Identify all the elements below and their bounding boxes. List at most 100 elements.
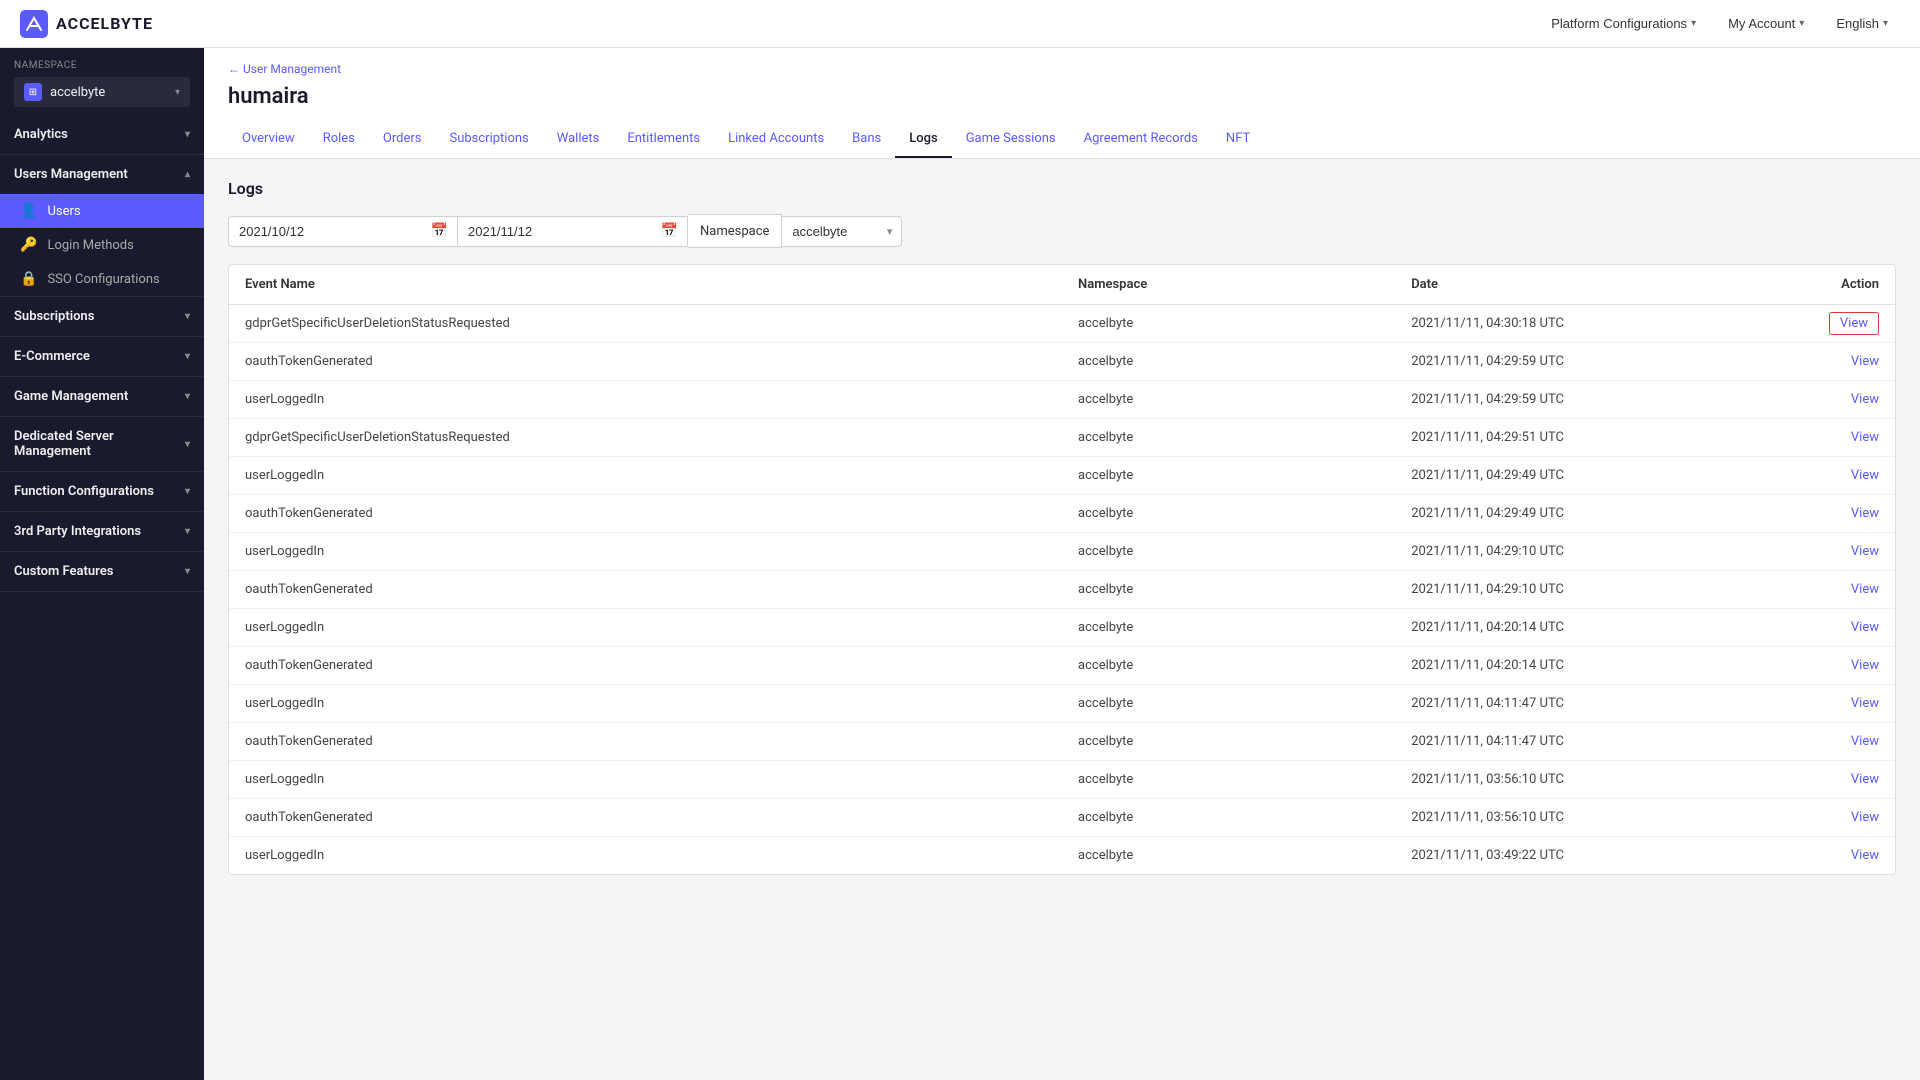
sidebar-section-header-subscriptions[interactable]: Subscriptions▾ [0,297,204,336]
my-account-chevron-icon: ▾ [1799,18,1804,29]
sidebar-section-label-3rd_party: 3rd Party Integrations [14,524,141,539]
table-cell-event: userLoggedIn [229,533,1062,571]
table-cell-event: oauthTokenGenerated [229,495,1062,533]
language-label: English [1836,16,1879,31]
sidebar-item-users[interactable]: 👤Users [0,194,204,228]
logo-text: ACCELBYTE [56,14,153,33]
layout: NAMESPACE ⊞ accelbyte ▾ Analytics▾Users … [0,48,1920,1080]
tab-game_sessions[interactable]: Game Sessions [952,121,1070,158]
sidebar-section-header-analytics[interactable]: Analytics▾ [0,115,204,154]
table-cell-date: 2021/11/11, 04:29:10 UTC [1395,533,1762,571]
table-cell-action: View [1762,419,1895,457]
tab-nft[interactable]: NFT [1212,121,1264,158]
tab-linked_accounts[interactable]: Linked Accounts [714,121,838,158]
sidebar-section-header-ecommerce[interactable]: E-Commerce▾ [0,337,204,376]
table-cell-action: View [1762,381,1895,419]
date-to-input[interactable] [458,216,688,247]
table-cell-action: View [1762,609,1895,647]
table-cell-date: 2021/11/11, 04:29:49 UTC [1395,457,1762,495]
tab-overview[interactable]: Overview [228,121,309,158]
view-link-14[interactable]: View [1851,848,1879,863]
table-row: gdprGetSpecificUserDeletionStatusRequest… [229,419,1895,457]
table-row: oauthTokenGeneratedaccelbyte2021/11/11, … [229,799,1895,837]
table-row: userLoggedInaccelbyte2021/11/11, 04:29:1… [229,533,1895,571]
sidebar-item-label-users: Users [47,204,80,219]
tab-wallets[interactable]: Wallets [543,121,614,158]
sidebar-item-label-login_methods: Login Methods [47,238,133,253]
table-cell-event: gdprGetSpecificUserDeletionStatusRequest… [229,419,1062,457]
tab-bans[interactable]: Bans [838,121,895,158]
tab-subscriptions[interactable]: Subscriptions [435,121,542,158]
sidebar-section-subscriptions: Subscriptions▾ [0,297,204,337]
sidebar-section-header-custom_features[interactable]: Custom Features▾ [0,552,204,591]
sidebar-section-dedicated_server: Dedicated Server Management▾ [0,417,204,472]
tab-orders[interactable]: Orders [369,121,436,158]
namespace-selector[interactable]: ⊞ accelbyte ▾ [14,77,190,107]
sidebar-section-chevron-function_configurations: ▾ [185,486,190,497]
logo: ACCELBYTE [20,10,153,38]
sidebar-section-label-users_management: Users Management [14,167,128,182]
view-link-7[interactable]: View [1851,582,1879,597]
table-cell-namespace: accelbyte [1062,419,1395,457]
table-cell-namespace: accelbyte [1062,647,1395,685]
language-button[interactable]: English ▾ [1824,10,1900,37]
table-cell-date: 2021/11/11, 04:20:14 UTC [1395,609,1762,647]
view-link-1[interactable]: View [1851,354,1879,369]
table-cell-namespace: accelbyte [1062,343,1395,381]
breadcrumb-back[interactable]: ← User Management [228,62,341,76]
table-cell-action: View [1762,761,1895,799]
platform-config-label: Platform Configurations [1551,16,1687,31]
tab-logs[interactable]: Logs [895,121,951,158]
view-link-6[interactable]: View [1851,544,1879,559]
table-row: userLoggedInaccelbyte2021/11/11, 03:49:2… [229,837,1895,875]
table-cell-namespace: accelbyte [1062,305,1395,343]
table-cell-date: 2021/11/11, 04:29:10 UTC [1395,571,1762,609]
view-link-8[interactable]: View [1851,620,1879,635]
table-row: oauthTokenGeneratedaccelbyte2021/11/11, … [229,495,1895,533]
table-row: userLoggedInaccelbyte2021/11/11, 04:29:5… [229,381,1895,419]
my-account-button[interactable]: My Account ▾ [1716,10,1816,37]
table-cell-action: View [1762,571,1895,609]
sidebar-section-header-game_management[interactable]: Game Management▾ [0,377,204,416]
table-cell-date: 2021/11/11, 04:11:47 UTC [1395,685,1762,723]
platform-config-chevron-icon: ▾ [1691,18,1696,29]
view-link-10[interactable]: View [1851,696,1879,711]
sidebar-section-header-3rd_party[interactable]: 3rd Party Integrations▾ [0,512,204,551]
sidebar-section-header-users_management[interactable]: Users Management▴ [0,155,204,194]
table-cell-event: userLoggedIn [229,381,1062,419]
date-from-wrapper: 📅 [228,216,458,247]
table-cell-namespace: accelbyte [1062,533,1395,571]
view-link-9[interactable]: View [1851,658,1879,673]
tab-roles[interactable]: Roles [309,121,369,158]
sidebar-item-login_methods[interactable]: 🔑 Login Methods [0,228,204,262]
my-account-label: My Account [1728,16,1795,31]
tab-agreement_records[interactable]: Agreement Records [1070,121,1212,158]
table-header: Event Name Namespace Date Action [229,265,1895,305]
sidebar-section-header-function_configurations[interactable]: Function Configurations▾ [0,472,204,511]
sidebar-item-icon-login_methods: 🔑 [20,237,37,253]
view-link-5[interactable]: View [1851,506,1879,521]
view-link-2[interactable]: View [1851,392,1879,407]
sidebar-item-sso_configurations[interactable]: 🔒SSO Configurations [0,262,204,296]
namespace-section: NAMESPACE ⊞ accelbyte ▾ [0,48,204,115]
view-link-4[interactable]: View [1851,468,1879,483]
logs-table: Event Name Namespace Date Action gdprGet… [228,264,1896,875]
view-link-13[interactable]: View [1851,810,1879,825]
filter-row: 📅 📅 Namespace accelbyte [228,214,1896,248]
sidebar-section-header-dedicated_server[interactable]: Dedicated Server Management▾ [0,417,204,471]
namespace-dropdown[interactable]: accelbyte [782,216,902,247]
table-row: oauthTokenGeneratedaccelbyte2021/11/11, … [229,723,1895,761]
topbar: ACCELBYTE Platform Configurations ▾ My A… [0,0,1920,48]
view-link-12[interactable]: View [1851,772,1879,787]
table-cell-event: oauthTokenGenerated [229,571,1062,609]
table-cell-action: View [1762,685,1895,723]
sidebar-section-function_configurations: Function Configurations▾ [0,472,204,512]
tab-entitlements[interactable]: Entitlements [613,121,714,158]
view-link-11[interactable]: View [1851,734,1879,749]
view-link-3[interactable]: View [1851,430,1879,445]
sidebar-section-label-custom_features: Custom Features [14,564,113,579]
date-from-input[interactable] [228,216,458,247]
view-link-0[interactable]: View [1829,312,1879,335]
table-cell-event: userLoggedIn [229,837,1062,875]
platform-config-button[interactable]: Platform Configurations ▾ [1539,10,1708,37]
